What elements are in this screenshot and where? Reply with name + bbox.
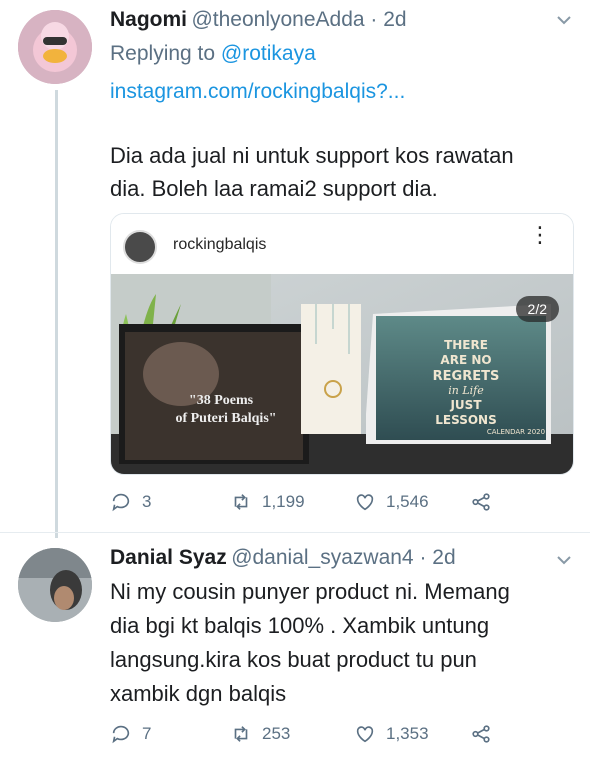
display-name[interactable]: Nagomi [110,8,187,31]
reply-button[interactable]: 3 [110,491,151,513]
avatar[interactable] [18,10,92,84]
tweet-text-line: dia bgi kt balqis 100% . Xambik untung [110,613,490,638]
chevron-down-icon[interactable] [556,552,572,573]
more-options-icon[interactable]: ⋮ [529,224,551,246]
share-icon [472,493,490,511]
like-count: 1,546 [386,492,429,511]
calendar-text: REGRETS [433,369,500,384]
retweet-icon [234,726,248,742]
share-button[interactable] [470,723,492,745]
share-button[interactable] [470,491,492,513]
like-icon [356,494,374,511]
share-icon [472,725,490,743]
reply-count: 7 [142,724,152,743]
book-text-line: of Puteri Balqis" [175,411,276,426]
calendar-year: CALENDAR 2020 [487,428,545,436]
tweet-text-line: Dia ada jual ni untuk support kos rawata… [110,143,514,168]
like-button[interactable]: 1,546 [354,491,429,513]
retweet-icon [234,494,248,510]
reply-icon [112,725,130,744]
handle-time[interactable]: @danial_syazwan4 · 2d [231,546,455,569]
calendar-text: LESSONS [435,413,496,427]
avatar[interactable] [18,548,92,622]
tweet-text-line: xambik dgn balqis [110,681,287,706]
ig-avatar[interactable] [123,230,157,264]
tweet-text-line: Ni my cousin punyer product ni. Memang [110,579,510,604]
retweet-count: 253 [262,724,291,743]
tweet-text-line: dia. Boleh laa ramai2 support dia. [110,176,438,201]
reply-count: 3 [142,492,152,511]
like-count: 1,353 [386,724,429,743]
divider [0,532,590,533]
calendar-text: THERE [444,338,488,352]
ig-username[interactable]: rockingbalqis [173,236,266,254]
chevron-down-icon[interactable] [556,12,572,33]
tweet-text-line: langsung.kira kos buat product tu pun [110,647,477,672]
embed-photo[interactable]: "38 Poems of Puteri Balqis" THERE ARE NO… [111,274,573,474]
page-indicator-badge: 2/2 [515,296,559,322]
replying-handle-link[interactable]: @rotikaya [221,42,316,65]
retweet-count: 1,199 [262,492,305,511]
instagram-embed-card[interactable]: rockingbalqis ⋮ "38 Poems of Puteri Balq… [110,213,574,475]
like-button[interactable]: 1,353 [354,723,429,745]
thread-line [55,90,58,538]
calendar-text: JUST [449,398,482,412]
display-name[interactable]: Danial Syaz [110,546,227,569]
retweet-button[interactable]: 1,199 [230,491,305,513]
retweet-button[interactable]: 253 [230,723,290,745]
book-text-line: "38 Poems [189,393,254,408]
calendar-text: in Life [448,384,484,397]
like-icon [356,726,374,743]
handle-time[interactable]: @theonlyoneAdda · 2d [191,8,406,31]
reply-icon [112,493,130,512]
calendar-text: ARE NO [440,353,491,367]
external-link[interactable]: instagram.com/rockingbalqis?... [110,80,405,104]
embed-header: rockingbalqis ⋮ [111,214,573,274]
reply-button[interactable]: 7 [110,723,151,745]
replying-prefix: Replying to [110,42,216,65]
